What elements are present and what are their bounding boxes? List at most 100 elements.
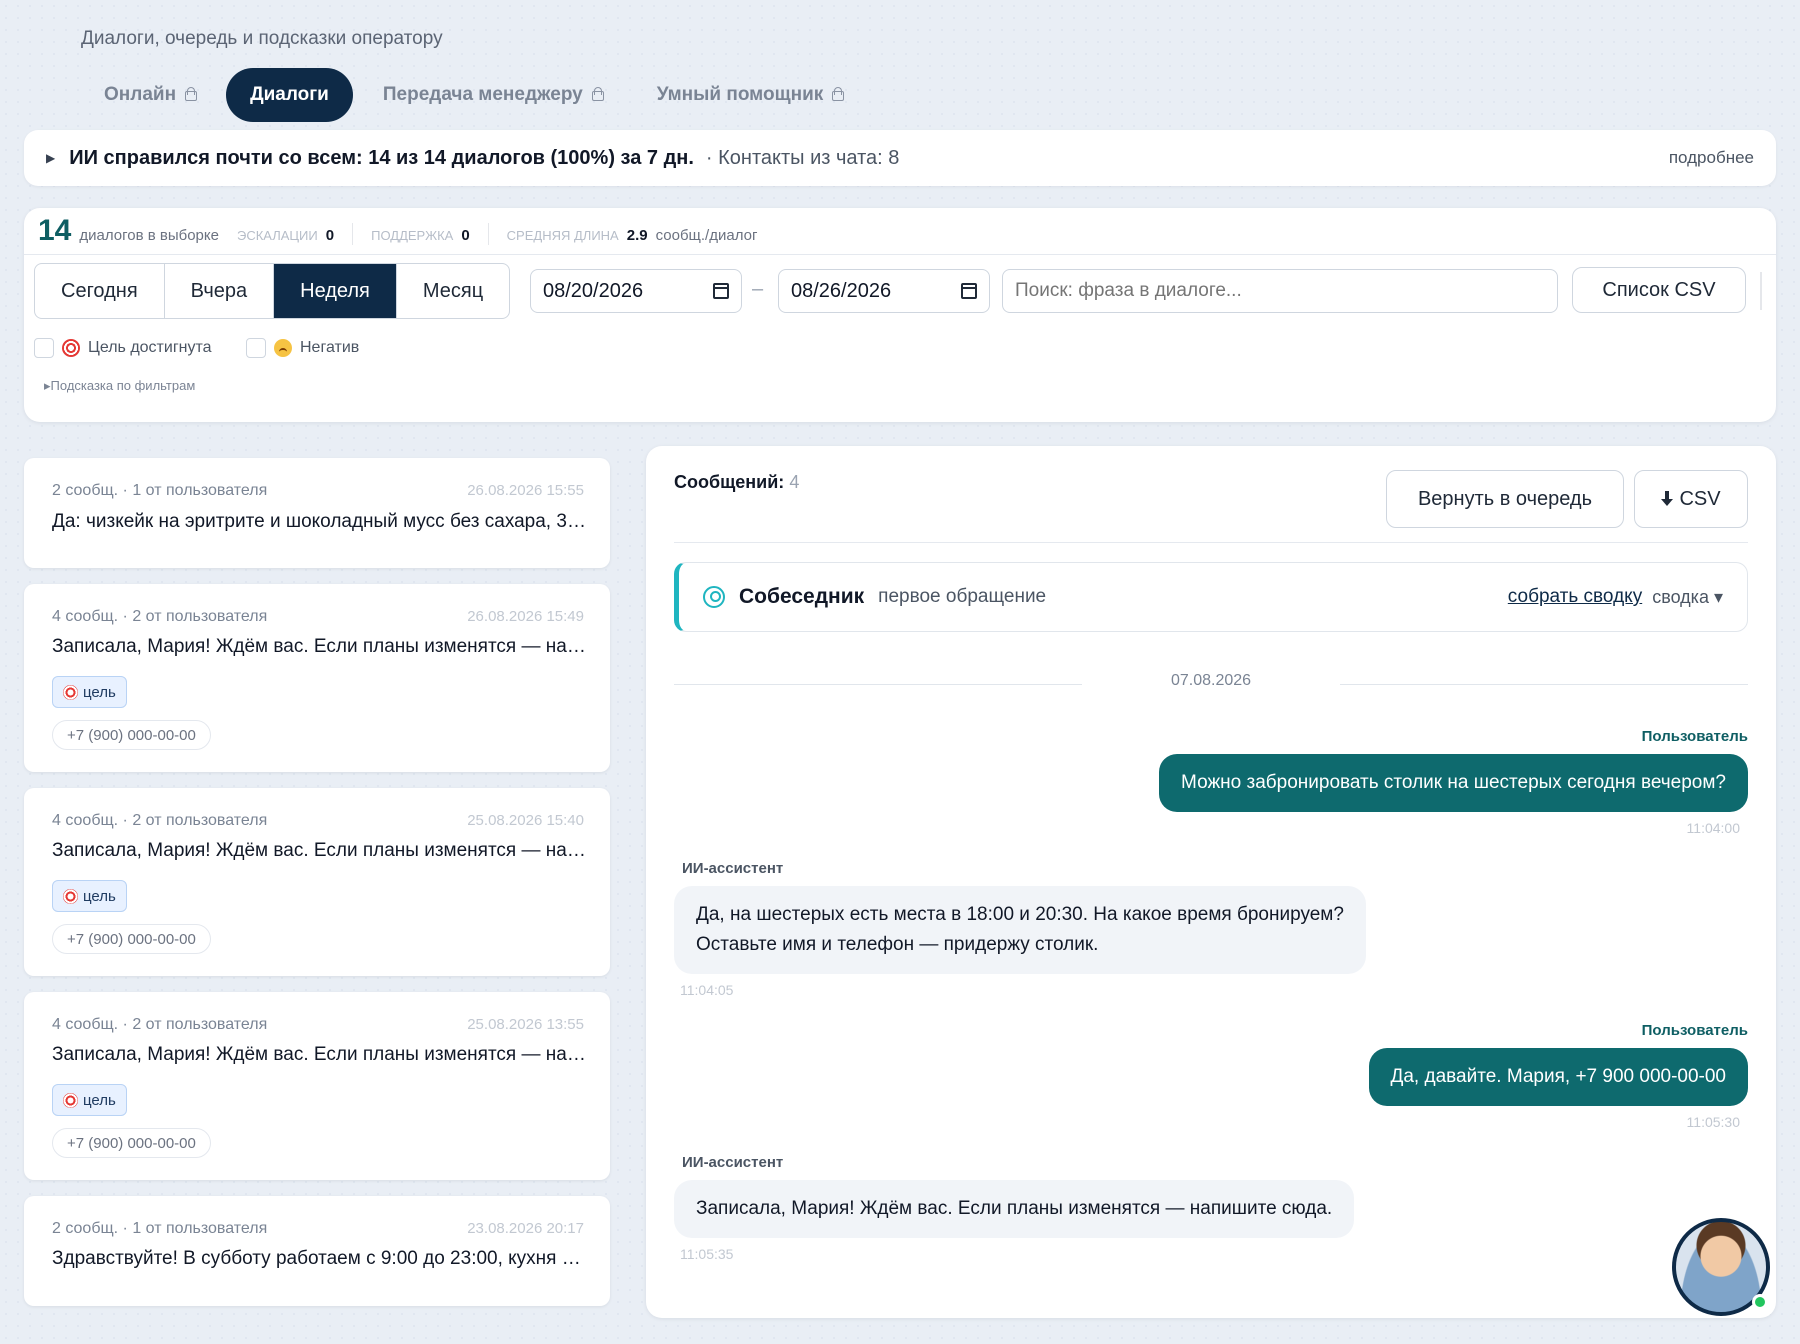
dialog-preview: Да: чизкейк на эритрите и шоколадный мус…	[52, 511, 588, 532]
message-time: 11:05:30	[1686, 1114, 1740, 1130]
calendar-icon[interactable]	[961, 283, 977, 299]
banner-contacts: · Контакты из чата: 8	[705, 146, 900, 169]
banner-more-link[interactable]: подробнее	[1669, 148, 1754, 168]
stats-avg-label: СРЕДНЯЯ ДЛИНА	[506, 228, 619, 243]
checkbox[interactable]	[246, 338, 266, 358]
operator-avatar[interactable]	[1672, 1218, 1770, 1316]
stats-support: 0	[461, 227, 470, 244]
date-to-input[interactable]: 08/26/2026	[778, 269, 990, 313]
goal-badge-label: цель	[83, 1091, 116, 1109]
message-time: 11:05:35	[680, 1246, 734, 1262]
lock-icon	[184, 87, 198, 101]
lock-icon	[591, 87, 604, 101]
calendar-icon[interactable]	[713, 283, 729, 299]
phone-badge: +7 (900) 000-00-00	[52, 924, 211, 954]
dialog-preview: Записала, Мария! Ждём вас. Если планы из…	[52, 840, 588, 861]
search-input[interactable]	[1002, 269, 1558, 313]
tab-online[interactable]: Онлайн	[80, 68, 220, 122]
phone-badge: +7 (900) 000-00-00	[52, 720, 211, 750]
period-yesterday-button[interactable]: Вчера	[165, 264, 275, 318]
user-message: Можно забронировать столик на шестерых с…	[1159, 754, 1748, 812]
dialog-time: 25.08.2026 15:40	[467, 812, 584, 829]
tab-dialogs[interactable]: Диалоги	[226, 68, 353, 122]
date-from-input[interactable]: 08/20/2026	[530, 269, 742, 313]
tab-label: Диалоги	[250, 84, 329, 105]
date-range-dash: –	[752, 278, 764, 300]
angry-face-icon	[274, 339, 292, 357]
dialog-card[interactable]: 4 сообщ. · 2 от пользователя 26.08.2026 …	[24, 584, 610, 772]
dialog-meta: 4 сообщ. · 2 от пользователя	[52, 1016, 268, 1033]
download-csv-label: CSV	[1679, 487, 1721, 510]
interlocutor-card: Собеседник первое обращение собрать свод…	[674, 562, 1748, 632]
dialog-preview: Записала, Мария! Ждём вас. Если планы из…	[52, 636, 588, 657]
interlocutor-name: Собеседник	[739, 585, 865, 608]
tab-label: Умный помощник	[656, 84, 824, 105]
csv-list-button[interactable]: Список CSV	[1572, 267, 1746, 313]
dialog-card[interactable]: 4 сообщ. · 2 от пользователя 25.08.2026 …	[24, 992, 610, 1180]
negative-filter-checkbox[interactable]: Негатив	[246, 338, 359, 358]
lock-icon	[831, 87, 845, 101]
target-icon	[63, 684, 78, 700]
period-today-button[interactable]: Сегодня	[35, 264, 165, 318]
tab-label: Онлайн	[104, 84, 177, 105]
period-week-button[interactable]: Неделя	[274, 264, 397, 318]
assistant-message: Да, на шестерых есть места в 18:00 и 20:…	[674, 886, 1366, 974]
goal-badge: цель	[52, 676, 127, 708]
dialog-meta: 2 сообщ. · 1 от пользователя	[52, 482, 268, 499]
stats-bar: 14 диалогов в выборке ЭСКАЛАЦИИ 0 ПОДДЕР…	[38, 214, 757, 254]
date-from-value: 08/20/2026	[543, 279, 644, 302]
divider	[1340, 684, 1748, 685]
filter-hint-toggle[interactable]: ▸Подсказка по фильтрам	[44, 378, 195, 394]
page-subtitle: Диалоги, очередь и подсказки оператору	[81, 28, 443, 49]
dialog-preview: Записала, Мария! Ждём вас. Если планы из…	[52, 1044, 588, 1065]
divider	[24, 254, 1776, 255]
goal-badge-label: цель	[83, 683, 116, 701]
period-selector: Сегодня Вчера Неделя Месяц	[34, 263, 511, 319]
user-message: Да, давайте. Мария, +7 900 000-00-00	[1368, 1048, 1748, 1106]
dialog-card[interactable]: 4 сообщ. · 2 от пользователя 25.08.2026 …	[24, 788, 610, 976]
phone-badge: +7 (900) 000-00-00	[52, 1128, 211, 1158]
checkbox[interactable]	[34, 338, 54, 358]
tab-manager-handoff[interactable]: Передача менеджеру	[359, 68, 627, 122]
dialog-time: 25.08.2026 13:55	[467, 1016, 584, 1033]
negative-filter-label: Негатив	[300, 339, 360, 356]
online-status-dot	[1752, 1294, 1768, 1310]
message-line: Да, на шестерых есть места в 18:00 и 20:…	[696, 904, 1344, 925]
dialog-time: 26.08.2026 15:49	[467, 608, 584, 625]
dialog-time: 26.08.2026 15:55	[467, 482, 584, 499]
user-circle-icon	[703, 586, 725, 608]
goal-filter-label: Цель достигнута	[88, 339, 212, 356]
stats-avg: 2.9	[626, 227, 648, 244]
return-to-queue-button[interactable]: Вернуть в очередь	[1386, 470, 1624, 528]
collect-summary-link[interactable]: собрать сводку	[1508, 586, 1642, 608]
ai-summary-banner[interactable]: ▶ ИИ справился почти со всем: 14 из 14 д…	[24, 130, 1776, 186]
date-separator-label: 07.08.2026	[1170, 672, 1252, 689]
message-count-value: 4	[789, 472, 800, 492]
goal-badge: цель	[52, 1084, 127, 1116]
dialog-meta: 4 сообщ. · 2 от пользователя	[52, 812, 268, 829]
dialog-card[interactable]: 2 сообщ. · 1 от пользователя 23.08.2026 …	[24, 1196, 610, 1306]
message-count: Сообщений: 4	[674, 472, 799, 493]
target-icon	[63, 888, 78, 904]
period-month-button[interactable]: Месяц	[397, 264, 509, 318]
stats-support-label: ПОДДЕРЖКА	[371, 228, 454, 243]
download-csv-button[interactable]: CSV	[1634, 470, 1748, 528]
tab-label: Передача менеджеру	[382, 84, 583, 105]
message-sender: ИИ-ассистент	[682, 860, 784, 877]
assistant-message: Записала, Мария! Ждём вас. Если планы из…	[674, 1180, 1355, 1238]
expand-triangle-icon[interactable]: ▶	[46, 151, 55, 165]
message-count-label: Сообщений:	[674, 472, 785, 492]
goal-filter-checkbox[interactable]: Цель достигнута	[34, 338, 212, 358]
stats-total-label: диалогов в выборке	[79, 227, 219, 244]
dialog-meta: 2 сообщ. · 1 от пользователя	[52, 1220, 268, 1237]
tab-smart-assistant[interactable]: Умный помощник	[633, 68, 868, 122]
stats-avg-unit: сообщ./диалог	[655, 227, 758, 244]
dialog-card[interactable]: 2 сообщ. · 1 от пользователя 26.08.2026 …	[24, 458, 610, 568]
divider	[487, 223, 489, 245]
message-sender: Пользователь	[1641, 728, 1748, 745]
stats-escalations: 0	[325, 227, 335, 244]
divider	[674, 542, 1748, 543]
summary-dropdown[interactable]: сводка ▾	[1652, 587, 1723, 608]
dialog-meta: 4 сообщ. · 2 от пользователя	[52, 608, 268, 625]
main-tabs: Онлайн Диалоги Передача менеджеру Умный …	[80, 68, 867, 122]
